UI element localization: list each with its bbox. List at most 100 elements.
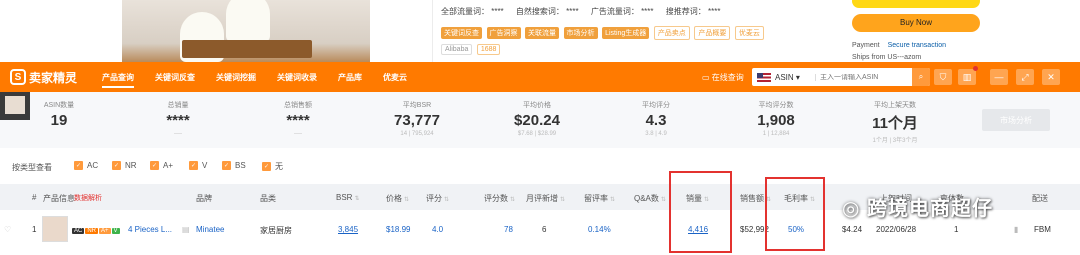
stat-avg-bsr: 平均BSR 73,777 14 | 795,924 [362, 100, 472, 137]
logo-icon: S [10, 69, 26, 85]
check-icon: ✓ [150, 161, 159, 170]
col-qa[interactable]: Q&A数 ⇅ [634, 193, 666, 204]
row-fulfillment: FBM [1034, 225, 1051, 234]
tag-selling-points[interactable]: 产品卖点 [653, 26, 690, 40]
col-category: 品类 [260, 194, 276, 203]
add-to-cart-button[interactable] [852, 0, 980, 8]
search-icon: ⌕ [918, 72, 924, 81]
market-analysis-label: 市场分析 [1000, 115, 1032, 125]
stat-avg-price: 平均价格 $20.24 $7.68 | $28.99 [482, 100, 592, 137]
wood-stand [182, 40, 312, 58]
stat-value: **** [286, 112, 310, 129]
nav-keyword-mining[interactable]: 关键词挖掘 [216, 72, 256, 88]
filter-option-label: A+ [163, 161, 174, 170]
tag-reverse-keywords[interactable]: 关键词反查 [441, 27, 482, 39]
row-date: 2022/06/28 [876, 225, 917, 234]
row-badges: AC NR A+ V [72, 225, 121, 234]
stat-value: $20.24 [514, 112, 560, 129]
nav-product-library[interactable]: 产品库 [338, 72, 362, 88]
nav-product-query[interactable]: 产品查询 [102, 72, 134, 88]
col-label: 留评率 [584, 194, 608, 203]
col-rating[interactable]: 评分 ⇅ [426, 193, 449, 204]
nav-youmaiyun[interactable]: 优麦云 [383, 72, 407, 88]
tag-alibaba[interactable]: Alibaba [441, 44, 473, 55]
col-monthly-new[interactable]: 月评新增 ⇅ [526, 193, 565, 204]
filter-nr[interactable]: ✓ NR [112, 161, 137, 170]
stat-value: 11个月 [872, 115, 918, 132]
expand-button[interactable]: ⤢ [1016, 69, 1034, 85]
stat-value: 1,908 [757, 112, 795, 129]
asin-search-input[interactable] [815, 73, 905, 81]
row-brand[interactable]: Minatee [196, 225, 224, 234]
col-review-rate[interactable]: 留评率 ⇅ [584, 193, 615, 204]
buy-now-button[interactable]: Buy Now [852, 14, 980, 32]
highlight-sales-box [669, 171, 732, 253]
check-icon: ✓ [262, 162, 271, 171]
filter-ac[interactable]: ✓ AC [74, 161, 98, 170]
stat-recommend-keywords: 搜推荐词： **** [665, 7, 721, 16]
filter-none[interactable]: ✓ 无 [262, 161, 283, 172]
filter-option-label: 无 [275, 162, 283, 171]
stat-natural-keywords: 自然搜索词： **** [515, 7, 579, 16]
col-bsr[interactable]: BSR ⇅ [336, 193, 359, 202]
close-button[interactable]: ✕ [1042, 69, 1060, 85]
ships-value: US---azom [887, 54, 922, 61]
row-product-image[interactable] [42, 216, 68, 242]
stat-sub: $7.68 | $28.99 [517, 131, 557, 137]
filter-aplus[interactable]: ✓ A+ [150, 161, 173, 170]
sort-icon: ⇅ [444, 197, 450, 203]
stat-sub: 14 | 795,924 [400, 131, 434, 137]
brand-icon: ▤ [182, 225, 190, 234]
sort-icon: ⇅ [560, 197, 566, 203]
stat-avg-ratings: 平均评分数 1,908 1 | 12,884 [721, 100, 831, 137]
payment-info: Payment Secure transaction [852, 42, 946, 49]
search-type-select[interactable]: ASIN ▾ [775, 73, 815, 82]
traffic-stats-panel: 全部流量词： **** 自然搜索词： **** 广告流量词： **** 搜推荐词… [432, 0, 842, 62]
minimize-icon: — [994, 72, 1004, 82]
col-price[interactable]: 价格 ⇅ [386, 193, 409, 204]
tag-1688[interactable]: 1688 [476, 44, 501, 55]
notification-dot [973, 66, 978, 71]
online-query-link[interactable]: ▭ 在线查询 [702, 72, 744, 83]
nav-reverse-keywords[interactable]: 关键词反查 [155, 72, 195, 88]
row-title[interactable]: 4 Pieces L... [128, 225, 172, 234]
check-icon: ✓ [112, 161, 121, 170]
seller-sprite-logo: S 卖家精灵 [10, 68, 77, 86]
wechat-icon: ◎ [842, 198, 868, 220]
filter-bs[interactable]: ✓ BS [222, 161, 246, 170]
row-bsr[interactable]: 3,845 [338, 225, 358, 234]
monitor-icon: ▭ [702, 73, 712, 82]
sort-icon: ⇅ [510, 197, 516, 203]
filter-button[interactable]: ⛉ [934, 69, 952, 85]
stat-asin-count: ASIN数量 19 [4, 100, 114, 129]
tag-market-analysis[interactable]: 市场分析 [563, 27, 598, 39]
tag-listing-generator[interactable]: Listing生成器 [602, 27, 650, 39]
col-ratings[interactable]: 评分数 ⇅ [484, 193, 515, 204]
tag-related-traffic[interactable]: 关联流量 [525, 27, 560, 39]
ships-info: Ships from US---azom [852, 54, 921, 61]
sort-icon: ⇅ [610, 197, 616, 203]
product-image [122, 0, 370, 62]
filter-v[interactable]: ✓ V [189, 161, 207, 170]
stat-sub: 1 | 12,884 [762, 131, 790, 137]
chart-icon: ▥ [962, 71, 972, 82]
tag-youmaiyun[interactable]: 优麦云 [734, 26, 764, 40]
export-button[interactable]: ▥ [958, 66, 978, 85]
col-product-info: 产品信息 [43, 194, 75, 203]
tag-product-summary[interactable]: 产品概要 [694, 26, 731, 40]
heart-icon[interactable]: ♡ [4, 225, 11, 234]
tool-tags: 关键词反查 广告洞察 关联流量 市场分析 Listing生成器 产品卖点 产品概… [441, 26, 801, 58]
minimize-button[interactable]: — [990, 69, 1008, 85]
filter-option-label: V [202, 161, 208, 170]
market-analysis-button[interactable]: 市场分析 [982, 109, 1050, 131]
stat-all-keywords: 全部流量词： **** [441, 7, 504, 16]
payment-value[interactable]: Secure transaction [888, 42, 946, 49]
col-label: 月评新增 [526, 194, 558, 203]
stat-value: 4.3 [645, 112, 667, 129]
search-button[interactable]: ⌕ [912, 68, 930, 86]
logo-text: 卖家精灵 [29, 70, 78, 85]
col-data-analysis[interactable]: 数据解析 [74, 193, 102, 203]
tag-ad-insight[interactable]: 广告洞察 [486, 27, 521, 39]
stat-sub: 1个月 | 3年3个月 [872, 138, 918, 144]
nav-keyword-index[interactable]: 关键词收录 [277, 72, 317, 88]
